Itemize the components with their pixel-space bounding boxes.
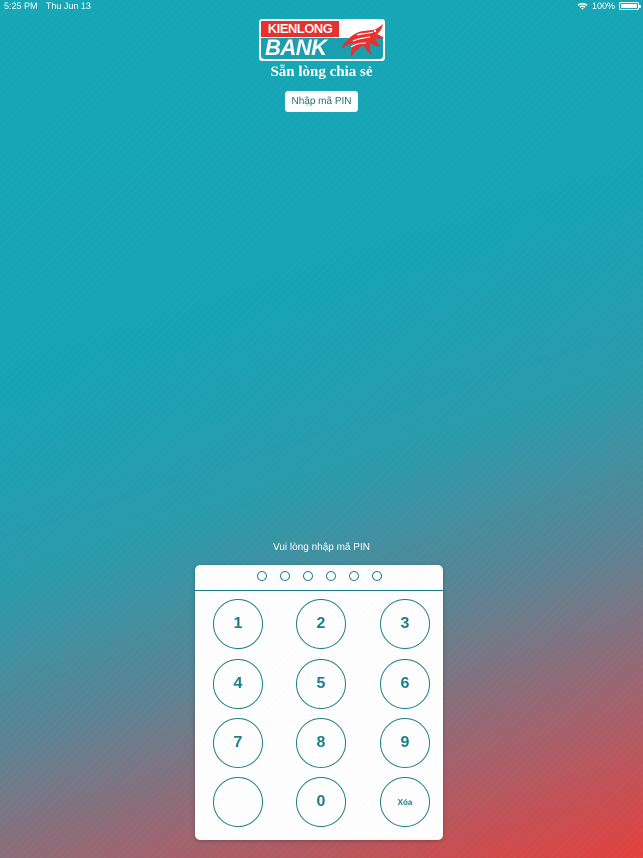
pin-keypad: 1 2 3 4 5 6 7 8 9 0 Xóa xyxy=(195,565,443,840)
pin-dot xyxy=(371,571,382,581)
delete-button[interactable]: Xóa xyxy=(380,777,430,827)
pin-dot xyxy=(302,571,313,581)
status-date: Thu Jun 13 xyxy=(45,1,91,11)
logo-line2: BANK xyxy=(265,35,327,60)
status-time: 5:25 PM xyxy=(4,1,38,11)
key-2[interactable]: 2 xyxy=(296,599,346,649)
battery-percent: 100% xyxy=(591,1,615,11)
status-bar: 5:25 PM Thu Jun 13 100% xyxy=(0,0,643,14)
pin-dot xyxy=(348,571,359,581)
key-3[interactable]: 3 xyxy=(380,599,430,649)
dragon-icon xyxy=(341,24,384,57)
pin-dots xyxy=(195,571,443,581)
pin-prompt: Vui lòng nhập mã PIN xyxy=(273,542,370,553)
key-9[interactable]: 9 xyxy=(380,718,430,768)
key-1[interactable]: 1 xyxy=(213,599,263,649)
key-5[interactable]: 5 xyxy=(296,659,346,709)
pin-dot xyxy=(325,571,336,581)
status-left: 5:25 PM Thu Jun 13 xyxy=(4,1,97,11)
key-7[interactable]: 7 xyxy=(213,718,263,768)
key-6[interactable]: 6 xyxy=(380,659,430,709)
pin-dot xyxy=(279,571,290,581)
status-right: 100% xyxy=(577,1,641,11)
wifi-icon xyxy=(577,2,588,10)
key-8[interactable]: 8 xyxy=(296,718,346,768)
pin-dot xyxy=(256,571,267,581)
battery-fill xyxy=(621,4,637,8)
key-0[interactable]: 0 xyxy=(296,777,346,827)
slogan: Sẵn lòng chia sẻ xyxy=(270,64,373,80)
key-blank[interactable] xyxy=(213,777,263,827)
enter-pin-button[interactable]: Nhập mã PIN xyxy=(285,91,358,112)
key-4[interactable]: 4 xyxy=(213,659,263,709)
keypad-divider xyxy=(195,590,443,591)
battery-icon xyxy=(619,2,641,10)
kienlongbank-logo: KIENLONG BANK xyxy=(259,19,385,61)
